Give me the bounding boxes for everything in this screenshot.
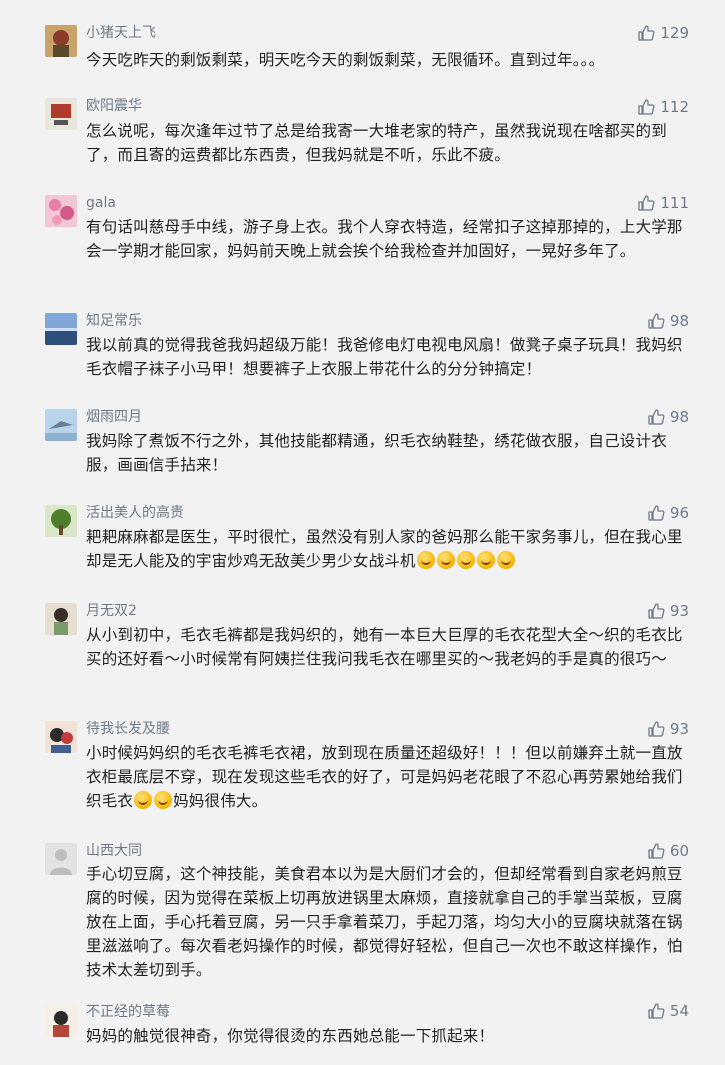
avatar[interactable] <box>45 721 77 753</box>
like-count: 54 <box>669 1002 689 1020</box>
like-button[interactable]: 112 <box>637 96 689 118</box>
avatar[interactable] <box>45 98 77 130</box>
thumbs-up-icon <box>648 843 665 859</box>
like-button[interactable]: 93 <box>647 600 689 622</box>
like-button[interactable]: 96 <box>647 502 689 524</box>
avatar[interactable] <box>45 195 77 227</box>
like-button[interactable]: 54 <box>647 1000 689 1022</box>
comment-text: 耙耙麻麻都是医生，平时很忙，虽然没有别人家的爸妈那么能干家务事儿，但在我心里却是… <box>86 525 686 573</box>
comment-text: 今天吃昨天的剩饭剩菜，明天吃今天的剩饭剩菜，无限循环。直到过年。。。 <box>86 51 605 69</box>
emoji-icon <box>154 791 173 809</box>
avatar[interactable] <box>45 25 77 57</box>
comment-username[interactable]: 活出美人的高贵 <box>86 503 184 523</box>
comment-text: 怎么说呢，每次逢年过节了总是给我寄一大堆老家的特产，虽然我说现在啥都买的到了，而… <box>86 122 667 164</box>
like-count: 111 <box>660 194 689 212</box>
thumbs-up-icon <box>648 603 665 619</box>
avatar[interactable] <box>45 843 77 875</box>
like-count: 129 <box>660 24 689 42</box>
comment-text-tail: 妈妈很伟大。 <box>173 792 268 810</box>
thumbs-up-icon <box>648 313 665 329</box>
emoji-icon <box>134 791 153 809</box>
comment-username[interactable]: 月无双2 <box>86 601 137 621</box>
comment-username[interactable]: 知足常乐 <box>86 311 142 331</box>
thumbs-up-icon <box>648 721 665 737</box>
like-button[interactable]: 98 <box>647 406 689 428</box>
like-button[interactable]: 129 <box>637 22 689 44</box>
comment-username[interactable]: 欧阳震华 <box>86 96 142 116</box>
comment-username[interactable]: 待我长发及腰 <box>86 719 170 739</box>
like-count: 60 <box>669 842 689 860</box>
avatar[interactable] <box>45 603 77 635</box>
comment-text-body: 耙耙麻麻都是医生，平时很忙，虽然没有别人家的爸妈那么能干家务事儿，但在我心里却是… <box>86 528 683 570</box>
avatar[interactable] <box>45 1005 77 1037</box>
comment-username[interactable]: 不正经的草莓 <box>86 1002 170 1022</box>
avatar[interactable] <box>45 409 77 441</box>
thumbs-up-icon <box>638 195 655 211</box>
thumbs-up-icon <box>648 505 665 521</box>
comment-text: 小时候妈妈织的毛衣毛裤毛衣裙，放到现在质量还超级好！！！但以前嫌弃土就一直放衣柜… <box>86 741 686 813</box>
like-count: 96 <box>669 504 689 522</box>
emoji-icon <box>456 551 475 569</box>
avatar[interactable] <box>45 313 77 345</box>
like-button[interactable]: 98 <box>647 310 689 332</box>
comment-text: 妈妈的触觉很神奇，你觉得很烫的东西她总能一下抓起来！ <box>86 1027 495 1045</box>
like-button[interactable]: 93 <box>647 718 689 740</box>
comment-text: 我妈除了煮饭不行之外，其他技能都精通，织毛衣纳鞋垫，绣花做衣服，自己设计衣服，画… <box>86 432 667 474</box>
emoji-icon <box>476 551 495 569</box>
comment-text: 有句话叫慈母手中线，游子身上衣。我个人穿衣特造，经常扣子这掉那掉的，上大学那会一… <box>86 218 683 260</box>
comment-text: 手心切豆腐，这个神技能，美食君本以为是大厨们才会的，但却经常看到自家老妈煎豆腐的… <box>86 865 683 979</box>
comment-username[interactable]: 小猪天上飞 <box>86 23 156 43</box>
thumbs-up-icon <box>648 1003 665 1019</box>
thumbs-up-icon <box>648 409 665 425</box>
like-button[interactable]: 60 <box>647 840 689 862</box>
like-count: 98 <box>669 312 689 330</box>
like-count: 112 <box>660 98 689 116</box>
like-count: 93 <box>669 720 689 738</box>
emoji-icon <box>496 551 515 569</box>
like-count: 93 <box>669 602 689 620</box>
comment-username[interactable]: gala <box>86 193 116 213</box>
avatar[interactable] <box>45 505 77 537</box>
like-button[interactable]: 111 <box>637 192 689 214</box>
thumbs-up-icon <box>638 99 655 115</box>
comment-username[interactable]: 山西大同 <box>86 841 142 861</box>
like-count: 98 <box>669 408 689 426</box>
emoji-icon <box>416 551 435 569</box>
emoji-icon <box>436 551 455 569</box>
comment-text: 我以前真的觉得我爸我妈超级万能！我爸修电灯电视电风扇！做凳子桌子玩具！我妈织毛衣… <box>86 336 683 378</box>
thumbs-up-icon <box>638 25 655 41</box>
comment-username[interactable]: 烟雨四月 <box>86 407 142 427</box>
comment-text: 从小到初中，毛衣毛裤都是我妈织的，她有一本巨大巨厚的毛衣花型大全～织的毛衣比买的… <box>86 626 683 668</box>
